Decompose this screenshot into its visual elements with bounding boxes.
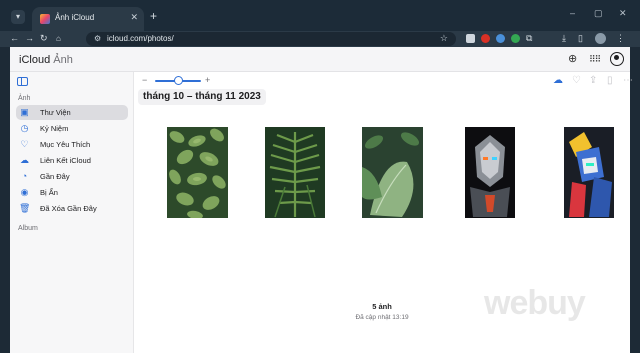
sidebar-item-memories[interactable]: ◷ Kỷ Niệm <box>16 121 128 136</box>
more-icon[interactable]: ⋯ <box>623 75 633 86</box>
sidebar-section-album: Album <box>18 225 38 232</box>
extension-blue-icon[interactable] <box>496 34 505 43</box>
zoom-in-button[interactable]: + <box>205 75 210 85</box>
sidebar-item-icloud-links[interactable]: ☁ Liên Kết iCloud <box>16 153 128 168</box>
tab-search-button[interactable]: ▾ <box>11 10 25 24</box>
sidebar-item-label: Kỷ Niệm <box>40 124 69 133</box>
trash-icon: 🗑 <box>19 203 31 213</box>
forward-icon[interactable]: → <box>25 33 34 43</box>
icloud-photos-favicon-icon <box>40 14 50 24</box>
new-tab-button[interactable]: + <box>150 10 157 22</box>
leaves-photo-image <box>167 127 228 220</box>
photo-thumbnail[interactable] <box>362 127 423 218</box>
address-bar[interactable]: ⚙ icloud.com/photos/ ☆ <box>86 32 456 46</box>
sidebar-item-hidden[interactable]: ◉ Bị Ẩn <box>16 185 128 200</box>
app-brand[interactable]: iCloud Ảnh <box>18 54 73 66</box>
share-icon[interactable]: ⇪ <box>589 75 597 86</box>
leaf-photo-image <box>362 127 423 218</box>
sidebar-item-label: Thư Viện <box>40 108 71 117</box>
photo-thumbnail[interactable] <box>167 127 228 220</box>
photo-thumbnail[interactable] <box>564 127 614 218</box>
robot-photo-image <box>465 127 515 218</box>
sidebar-item-label: Đã Xóa Gần Đây <box>40 204 97 213</box>
clock-icon: ◔ <box>21 171 28 181</box>
photo-thumbnail[interactable] <box>265 127 325 218</box>
eye-icon: ◉ <box>20 187 29 197</box>
extension-icon[interactable] <box>466 34 475 43</box>
sidebar-item-recents[interactable]: ◔ Gần Đây <box>16 169 128 184</box>
close-window-button[interactable]: ✕ <box>619 8 627 19</box>
memories-icon: ◷ <box>20 123 29 133</box>
sidebar-section-photos: Ảnh <box>18 95 31 102</box>
photo-thumbnail[interactable] <box>465 127 515 218</box>
date-range-label: tháng 10 – tháng 11 2023 <box>138 89 266 105</box>
zoom-slider-handle[interactable] <box>174 76 183 85</box>
url-text[interactable]: icloud.com/photos/ <box>107 34 174 43</box>
library-icon: ▣ <box>20 107 29 117</box>
heart-icon: ♡ <box>20 139 29 149</box>
tab-title: Ảnh iCloud <box>55 13 95 22</box>
favorite-icon[interactable]: ♡ <box>572 75 581 86</box>
extension-red-icon[interactable] <box>481 34 490 43</box>
fern-photo-image <box>265 127 325 218</box>
home-icon[interactable]: ⌂ <box>56 34 61 43</box>
browser-toolbar: ← → ↻ ⌂ ⚙ icloud.com/photos/ ☆ ⧉ ⤓ ▯ ⋮ <box>0 31 640 47</box>
zoom-out-button[interactable]: − <box>142 75 147 85</box>
site-info-icon[interactable]: ⚙ <box>94 34 101 43</box>
back-icon[interactable]: ← <box>10 33 19 43</box>
app-launcher-grid-icon[interactable]: ⠿⠿ <box>589 52 601 66</box>
sidebar-item-label: Mục Yêu Thích <box>40 140 91 149</box>
extension-green-icon[interactable] <box>511 34 520 43</box>
sidebar-item-label: Bị Ẩn <box>40 188 58 197</box>
sidebar-toggle-icon[interactable] <box>17 77 28 86</box>
browser-tab-strip: ▾ Ảnh iCloud ✕ + – ▢ ✕ <box>0 0 640 31</box>
browser-profile-avatar[interactable] <box>595 33 606 44</box>
sidebar-item-recently-deleted[interactable]: 🗑 Đã Xóa Gần Đây <box>16 201 128 216</box>
add-icon[interactable]: ⊕ <box>568 52 577 66</box>
upload-icon[interactable]: ☁ <box>553 75 563 86</box>
brand-icloud: iCloud <box>19 54 51 66</box>
sidebar: Ảnh ▣ Thư Viện ◷ Kỷ Niệm ♡ Mục Yêu Thích… <box>10 72 134 353</box>
browser-tab[interactable]: Ảnh iCloud ✕ <box>32 7 144 31</box>
download-icon[interactable]: ⤓ <box>562 33 566 44</box>
minimize-button[interactable]: – <box>570 8 575 18</box>
sidebar-item-label: Gần Đây <box>40 172 70 181</box>
browser-menu-icon[interactable]: ⋮ <box>616 33 625 44</box>
webuy-watermark-logo: webuy <box>484 284 586 322</box>
reload-icon[interactable]: ↻ <box>40 33 48 44</box>
tab-close-icon[interactable]: ✕ <box>130 12 138 23</box>
app-header: iCloud Ảnh ⊕ ⠿⠿ <box>10 47 630 72</box>
gundam-photo-image <box>564 127 614 218</box>
sidebar-item-favorites[interactable]: ♡ Mục Yêu Thích <box>16 137 128 152</box>
brand-photos: Ảnh <box>53 54 73 66</box>
sidebar-item-label: Liên Kết iCloud <box>40 156 91 165</box>
extensions-puzzle-icon[interactable]: ⧉ <box>526 33 532 44</box>
maximize-button[interactable]: ▢ <box>594 8 603 19</box>
cloud-link-icon: ☁ <box>20 155 29 165</box>
side-panel-icon[interactable]: ▯ <box>578 33 583 44</box>
delete-icon[interactable]: ▯ <box>607 75 613 86</box>
account-avatar-icon[interactable] <box>610 52 624 66</box>
bookmark-star-icon[interactable]: ☆ <box>440 33 448 44</box>
sidebar-item-library[interactable]: ▣ Thư Viện <box>16 105 128 120</box>
